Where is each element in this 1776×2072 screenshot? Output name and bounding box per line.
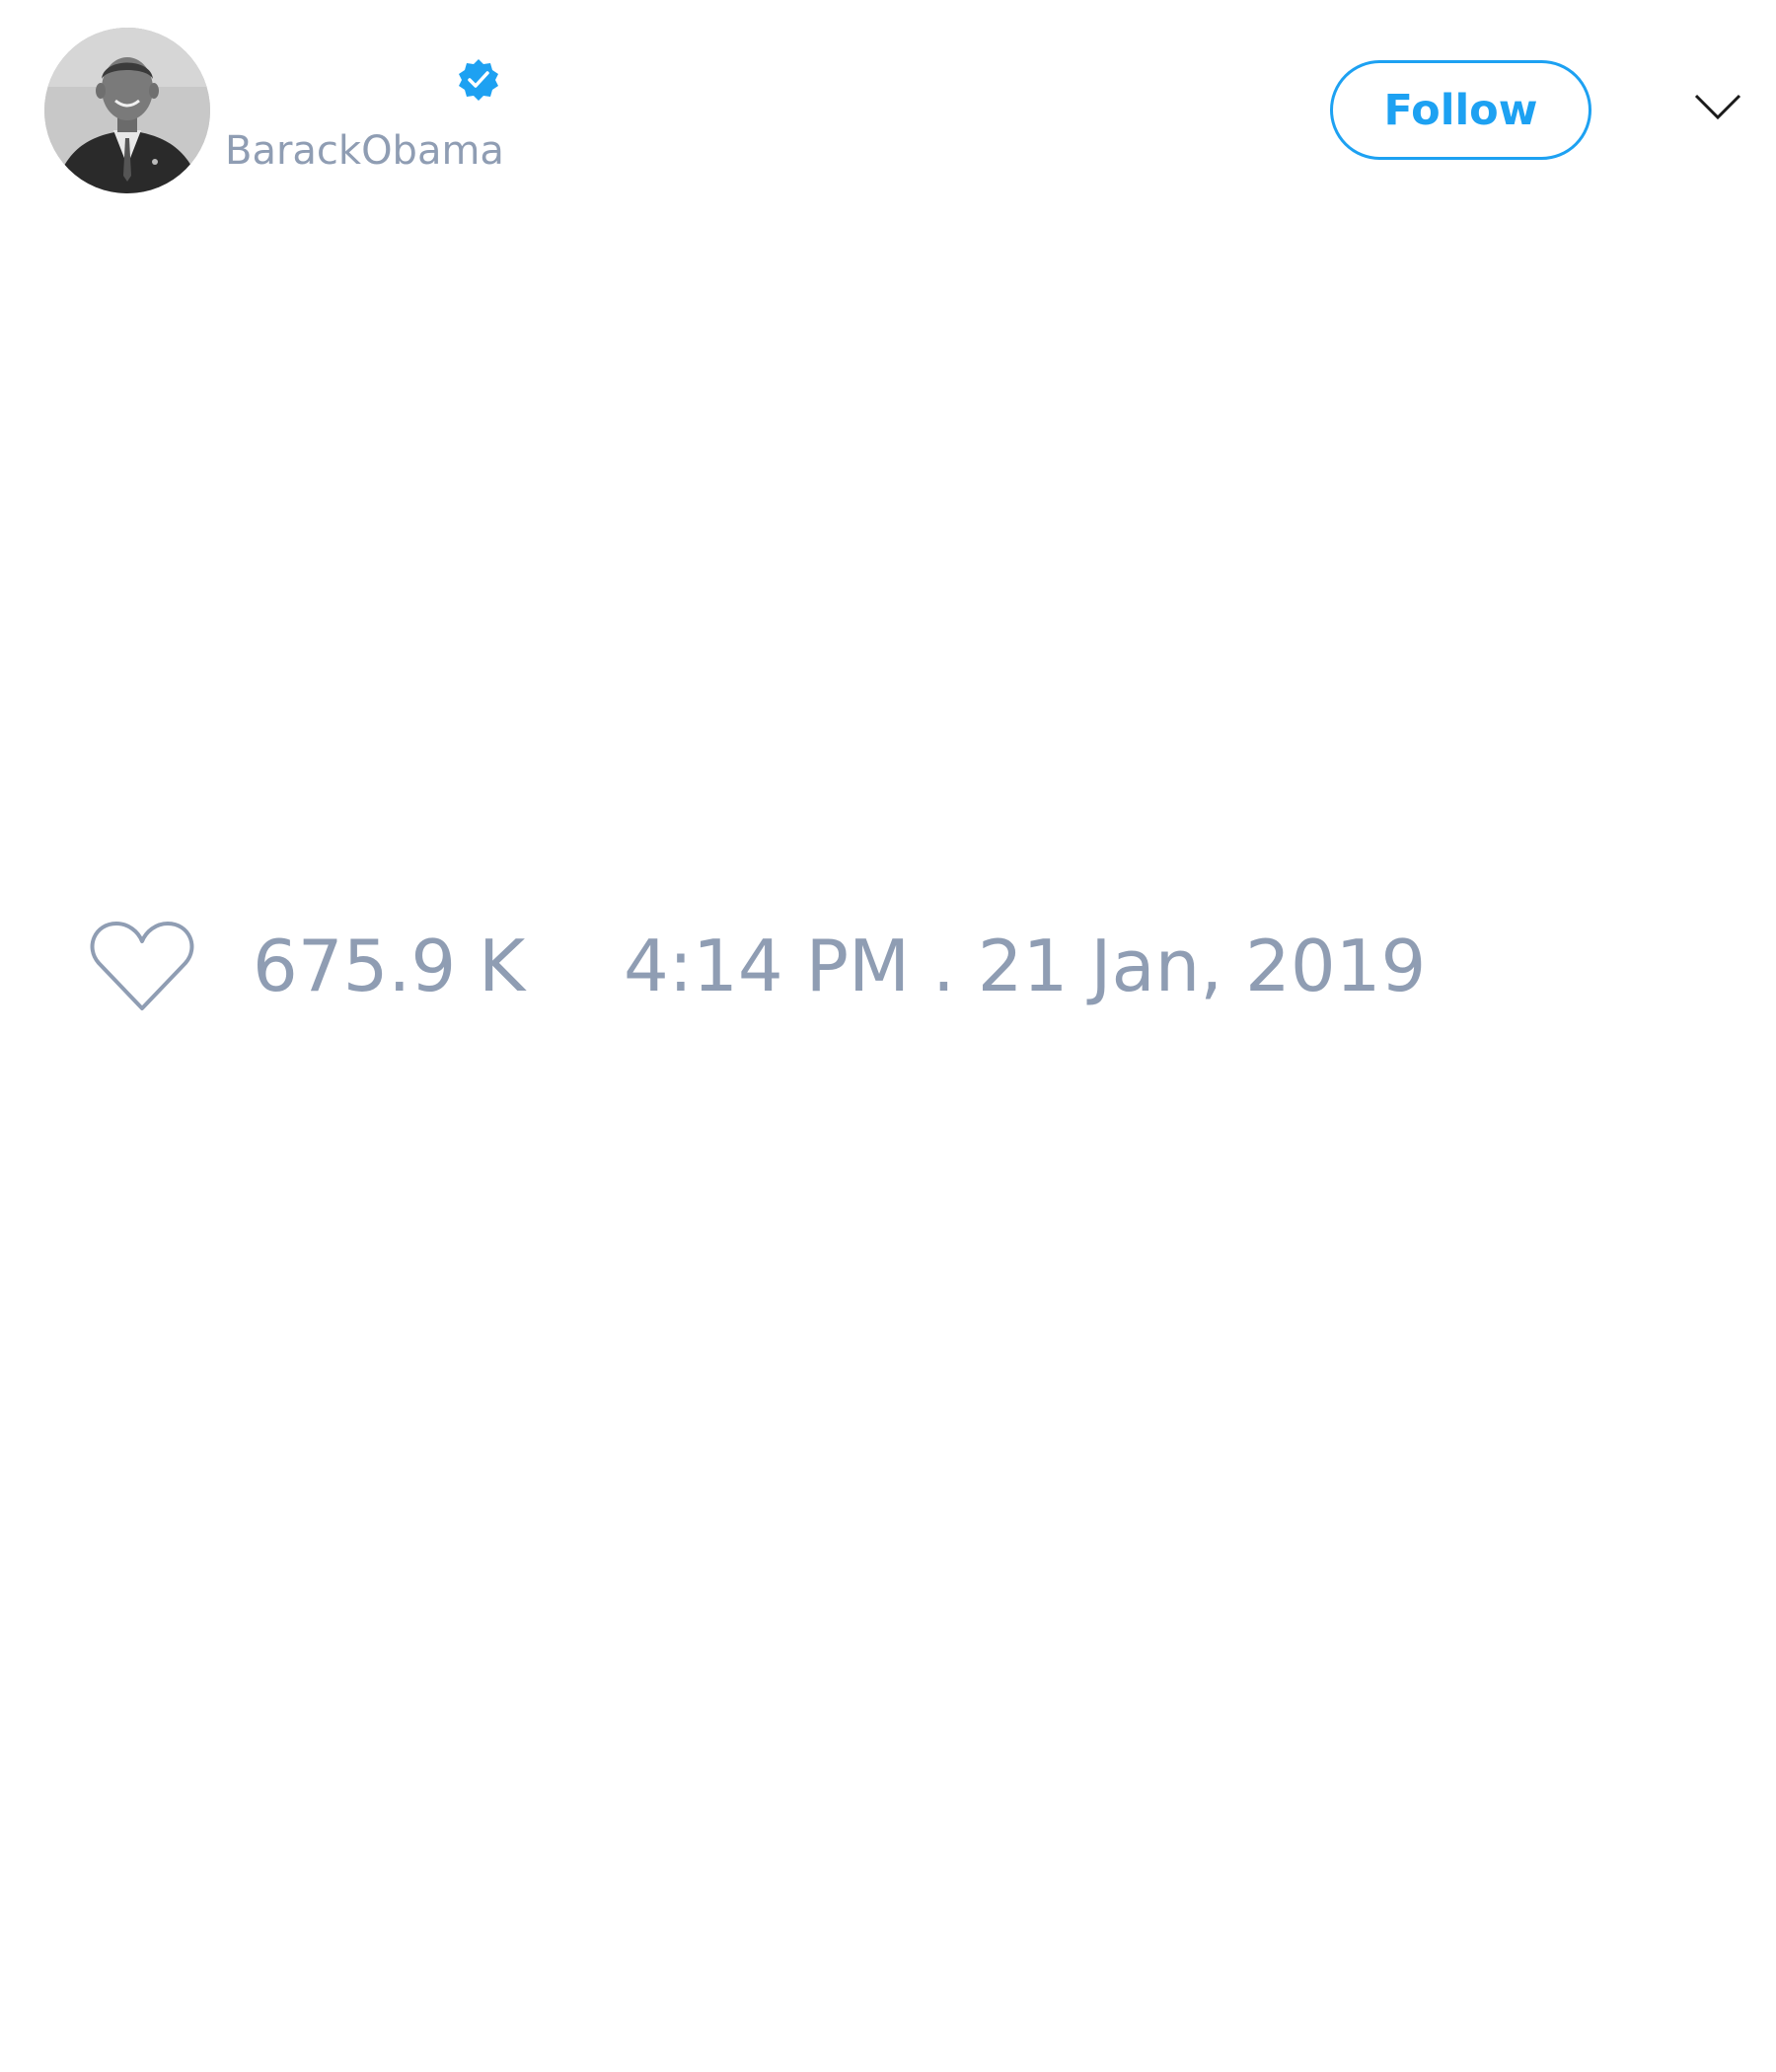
author-handle[interactable]: BarackObama [225, 126, 504, 176]
like-count: 675.9 K [253, 925, 526, 1007]
follow-button[interactable]: Follow [1330, 60, 1591, 160]
tweet-card: BarackObama Follow 675.9 K 4:14 PM . 21 … [0, 0, 1776, 2072]
avatar[interactable] [44, 28, 210, 193]
tweet-timestamp[interactable]: 4:14 PM . 21 Jan, 2019 [624, 925, 1426, 1007]
avatar-photo [44, 28, 210, 193]
verified-badge-icon [459, 59, 498, 101]
chevron-down-icon[interactable] [1693, 91, 1742, 122]
heart-icon[interactable] [89, 918, 195, 1014]
